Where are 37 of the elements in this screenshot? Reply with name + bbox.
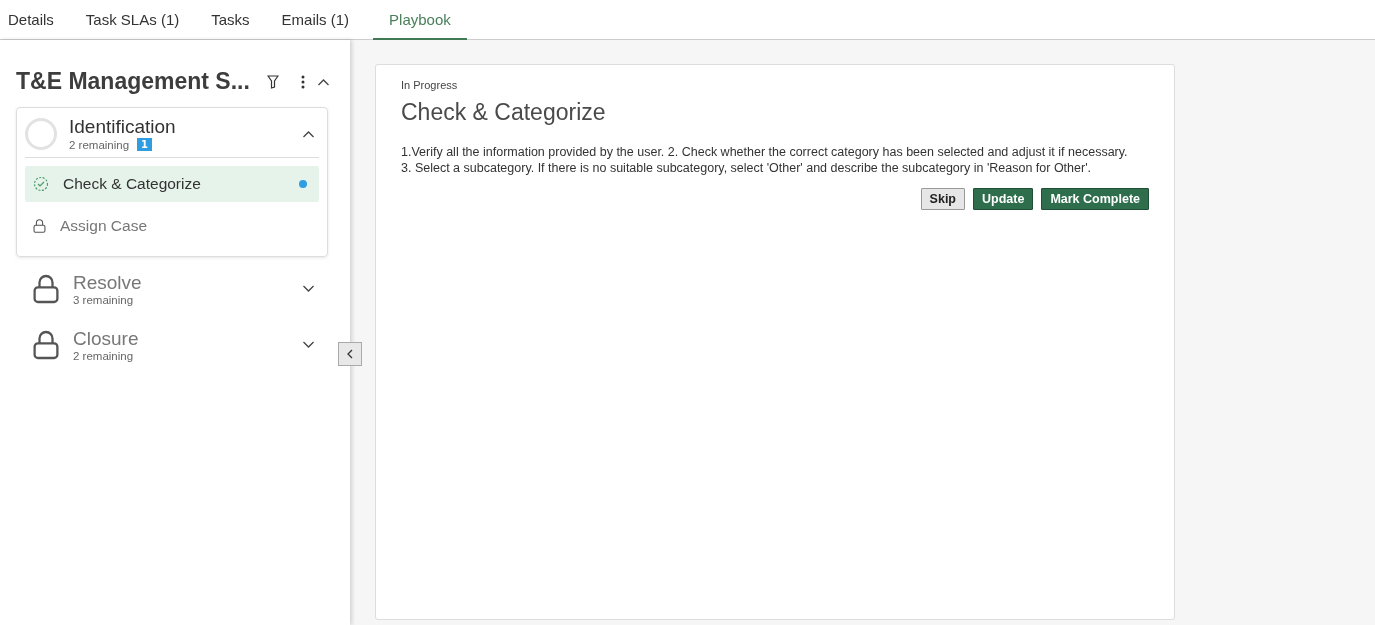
progress-ring-icon bbox=[25, 117, 57, 150]
count-badge: 1 bbox=[137, 138, 153, 151]
action-button[interactable]: Mark Complete bbox=[1041, 188, 1149, 210]
filter-icon[interactable] bbox=[267, 74, 279, 89]
stage-name: Resolve bbox=[73, 272, 143, 294]
remaining-count: 2 remaining bbox=[69, 138, 130, 151]
lock-icon bbox=[33, 219, 46, 233]
step-item[interactable]: Assign Case bbox=[25, 208, 319, 244]
stage-name: Closure bbox=[73, 328, 140, 350]
dashed-check-circle-icon bbox=[33, 176, 49, 192]
collapse-icon[interactable] bbox=[317, 77, 330, 86]
step-status: In Progress bbox=[401, 79, 459, 91]
stage-row[interactable]: Resolve 3 remaining bbox=[16, 263, 328, 313]
stage-row[interactable]: Closure 2 remaining bbox=[16, 319, 328, 369]
more-options-icon[interactable] bbox=[301, 74, 305, 89]
step-description: 1.Verify all the information provided by the user. 2. Check whether the correct category has been selected and adjust it if necessary. 3. Select a subcategory. If there is no suitable subcategory, select 'Other' and describe the subcategory in 'Reason for Other'. bbox=[401, 144, 1129, 176]
tab[interactable]: Task SLAs (1) bbox=[77, 0, 196, 40]
chevron-left-icon bbox=[347, 349, 353, 359]
tab[interactable]: Tasks bbox=[203, 0, 266, 40]
tab[interactable]: Emails (1) bbox=[273, 0, 366, 40]
step-name: Assign Case bbox=[60, 217, 148, 235]
playbook-title: T&E Management S... bbox=[16, 68, 251, 95]
step-title: Check & Categorize bbox=[401, 99, 607, 126]
lock-icon bbox=[33, 274, 59, 304]
expand-icon[interactable] bbox=[302, 285, 315, 293]
step-name: Check & Categorize bbox=[63, 175, 202, 193]
action-button[interactable]: Update bbox=[973, 188, 1034, 210]
tab[interactable]: Details bbox=[0, 0, 70, 40]
action-button[interactable]: Skip bbox=[920, 188, 965, 210]
stage-card[interactable]: Identification 2 remaining 1 Check & Categorize Assign Case bbox=[16, 107, 328, 257]
lock-icon bbox=[33, 330, 59, 360]
remaining-count: 3 remaining bbox=[73, 294, 134, 306]
expand-icon[interactable] bbox=[302, 341, 315, 349]
remaining-count: 2 remaining bbox=[73, 350, 134, 362]
stage-name: Identification bbox=[69, 116, 177, 138]
step-item[interactable]: Check & Categorize bbox=[25, 166, 319, 202]
collapse-icon[interactable] bbox=[302, 129, 315, 138]
